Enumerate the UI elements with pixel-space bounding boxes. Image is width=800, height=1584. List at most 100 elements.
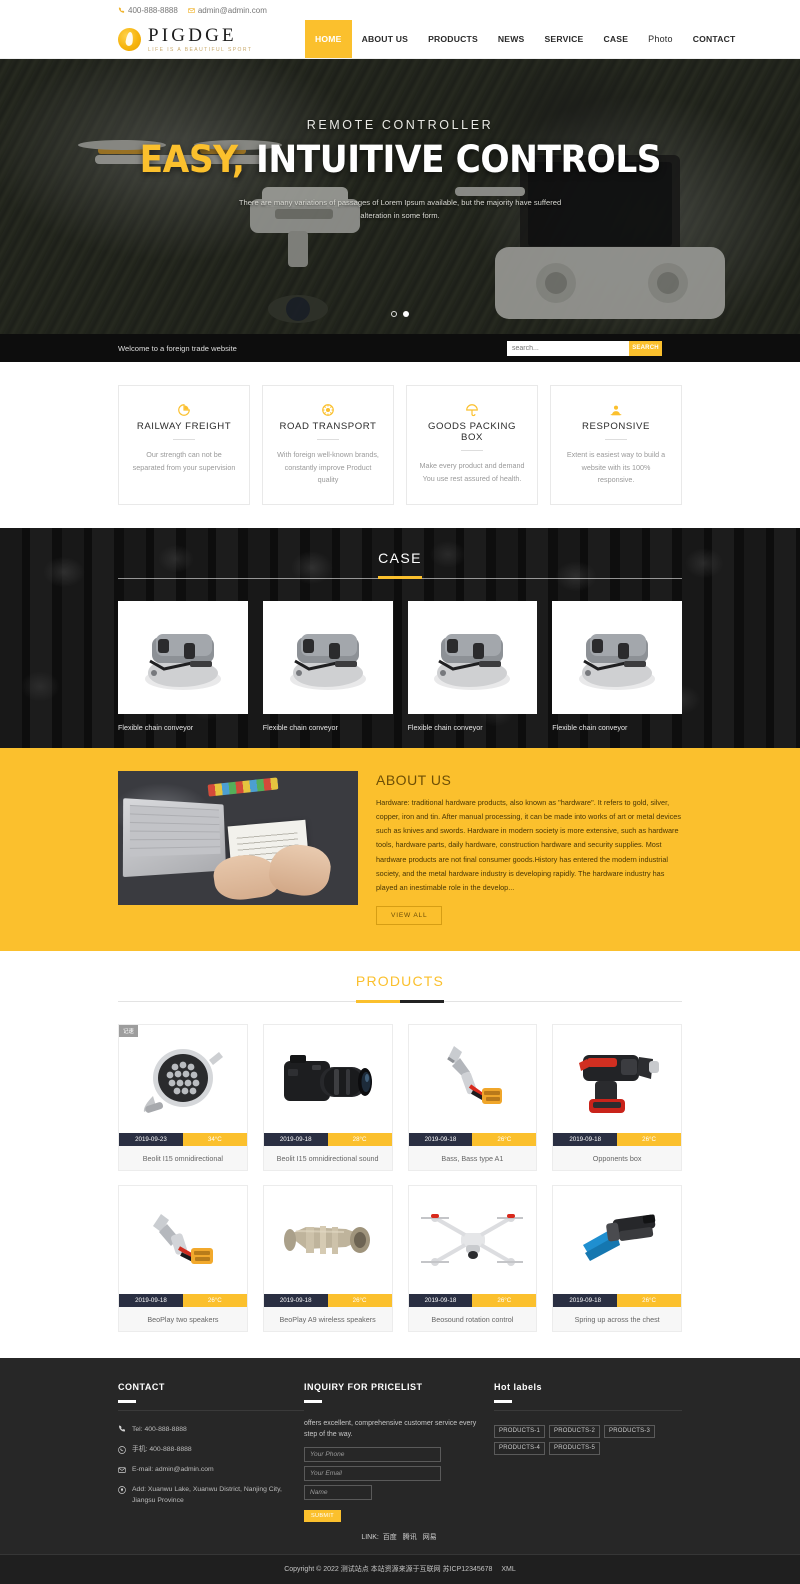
footer-link-netease[interactable]: 网易 [423,1534,437,1541]
pliers-art [583,1214,656,1262]
features-section: RAILWAY FREIGHT Our strength can not be … [0,362,800,528]
email-field[interactable] [304,1466,441,1482]
hero-title: EASY, INTUITIVE CONTROLS [139,141,661,178]
divider [317,439,339,440]
camera-art [283,1055,372,1102]
product-name: Beosound rotation control [408,1307,537,1332]
contact-item-tel: Tel: 400-888-8888 [118,1425,304,1435]
topbar-email-text: admin@admin.com [197,5,267,15]
view-all-button[interactable]: VIEW ALL [376,906,443,926]
footer-inquiry-column: INQUIRY FOR PRICELIST offers excellent, … [304,1382,486,1523]
hot-label[interactable]: PRODUCTS-5 [549,1441,601,1455]
case-item[interactable]: Flexible chain conveyor [262,600,393,732]
contact-item-mobile: 手机: 400-888-8888 [118,1445,304,1455]
product-date: 2019-09-18 [408,1133,473,1147]
nav-item-news[interactable]: NEWS [488,20,535,58]
products-section: PRODUCTS 记速 2019-09-23 34°C Beolit I15 o… [0,951,800,1359]
contact-list: Tel: 400-888-8888 手机: 400-888-8888 E-mai… [118,1425,304,1506]
nav-item-service[interactable]: SERVICE [535,20,594,58]
footer-link-baidu[interactable]: 百度 [383,1534,397,1541]
divider [461,450,483,451]
conveyor-art [434,634,511,691]
product-card[interactable]: 记速 2019-09-23 34°C Beolit I15 omnidirect… [118,1024,248,1172]
submit-button[interactable]: SUBMIT [304,1510,341,1523]
slider-dot-1[interactable] [391,311,397,317]
search-button[interactable]: SEARCH [629,340,662,356]
hot-label[interactable]: PRODUCTS-4 [494,1441,546,1455]
hero-banner: REMOTE CONTROLLER EASY, INTUITIVE CONTRO… [0,59,800,334]
name-field[interactable] [304,1485,372,1501]
hot-label[interactable]: PRODUCTS-2 [549,1424,601,1438]
product-card[interactable]: 2019-09-18 26°C Spring up across the che… [552,1185,682,1333]
case-section: CASE Flexible chain conveyor Flexible ch… [0,527,800,748]
hot-label[interactable]: PRODUCTS-1 [494,1424,546,1438]
product-date: 2019-09-18 [263,1133,328,1147]
link-prefix: LINK: [361,1534,379,1542]
product-date: 2019-09-18 [408,1294,473,1308]
product-card[interactable]: 2019-09-18 26°C BeoPlay A9 wireless spea… [262,1185,393,1333]
case-item-name: Flexible chain conveyor [407,722,483,732]
heading-bar [304,1400,322,1403]
product-date: 2019-09-23 [119,1133,183,1147]
product-card[interactable]: 2019-09-18 28°C Beolit I15 omnidirection… [262,1024,393,1172]
copyright-text: Copyright © 2022 测试站点 本站资源来源于互联网 苏ICP123… [284,1566,493,1574]
footer-link-tencent[interactable]: 腾讯 [403,1534,417,1541]
feature-card-railway-freight[interactable]: RAILWAY FREIGHT Our strength can not be … [118,385,250,505]
heading-bar [494,1400,512,1403]
copyright-bar: Copyright © 2022 测试站点 本站资源来源于互联网 苏ICP123… [0,1554,800,1584]
product-thumbnail [408,1025,537,1134]
product-thumbnail [553,1186,681,1295]
connector-art [152,1214,213,1265]
product-card[interactable]: 2019-09-18 26°C BeoPlay two speakers [118,1185,248,1333]
hero-subtitle: REMOTE CONTROLLER [306,118,494,132]
nav-item-about-us[interactable]: ABOUT US [352,20,418,58]
feature-card-road-transport[interactable]: ROAD TRANSPORT With foreign well-known b… [262,385,394,505]
feature-title: RESPONSIVE [582,421,650,432]
case-thumbnail [407,600,538,714]
product-badge: 记速 [119,1025,138,1038]
topbar-phone-text: 400-888-8888 [128,5,178,15]
goods-packing-box-icon [419,400,525,420]
nav-item-products[interactable]: PRODUCTS [418,20,488,58]
case-item[interactable]: Flexible chain conveyor [407,600,538,732]
nav-item-contact[interactable]: CONTACT [683,20,746,58]
product-thumbnail [119,1186,247,1295]
nav-item-home[interactable]: HOME [305,20,352,58]
logo[interactable]: PIGDGE LIFE IS A BEAUTIFUL SPORT [0,20,305,58]
nav-item-photo[interactable]: Photo [638,20,683,58]
case-heading: CASE [0,550,800,566]
product-thumbnail [408,1186,537,1295]
hero-slider-dots [0,311,800,317]
product-date: 2019-09-18 [553,1294,618,1308]
feature-card-goods-packing-box[interactable]: GOODS PACKING BOX Make every product and… [406,385,538,505]
case-item-name: Flexible chain conveyor [118,722,194,732]
feature-card-responsive[interactable]: RESPONSIVE Extent is easiest way to buil… [550,385,682,505]
contact-item-text: E-mail: admin@admin.com [132,1466,214,1474]
slider-dot-2[interactable] [403,311,409,317]
coupling-art [283,1226,370,1255]
case-item[interactable]: Flexible chain conveyor [552,600,682,732]
xml-link[interactable]: XML [501,1566,515,1573]
product-card[interactable]: 2019-09-18 26°C Bass, Bass type A1 [407,1024,538,1172]
about-image [118,770,358,905]
nav-item-case[interactable]: CASE [593,20,638,58]
hot-label[interactable]: PRODUCTS-3 [604,1424,656,1438]
heading-bar [118,1400,136,1403]
product-thumbnail [263,1025,392,1134]
product-date: 2019-09-18 [119,1294,183,1308]
phone-icon [118,6,125,13]
case-item[interactable]: Flexible chain conveyor [118,600,248,732]
phone-field[interactable] [304,1447,441,1463]
product-name: Opponents box [553,1146,681,1171]
search-form: SEARCH [507,340,662,356]
product-card[interactable]: 2019-09-18 26°C Opponents box [552,1024,682,1172]
product-card[interactable]: 2019-09-18 26°C Beosound rotation contro… [407,1185,538,1333]
contact-item-email: E-mail: admin@admin.com [118,1465,304,1475]
products-title: PRODUCTS [355,973,445,990]
hero-description: There are many variations of passages of… [238,198,562,221]
flame-logo-icon [118,27,141,51]
search-input[interactable] [507,340,629,356]
welcome-search-strip: Welcome to a foreign trade website SEARC… [0,334,800,362]
inquiry-description: offers excellent, comprehensive customer… [304,1419,477,1438]
product-meta: 2019-09-23 34°C [119,1133,247,1147]
